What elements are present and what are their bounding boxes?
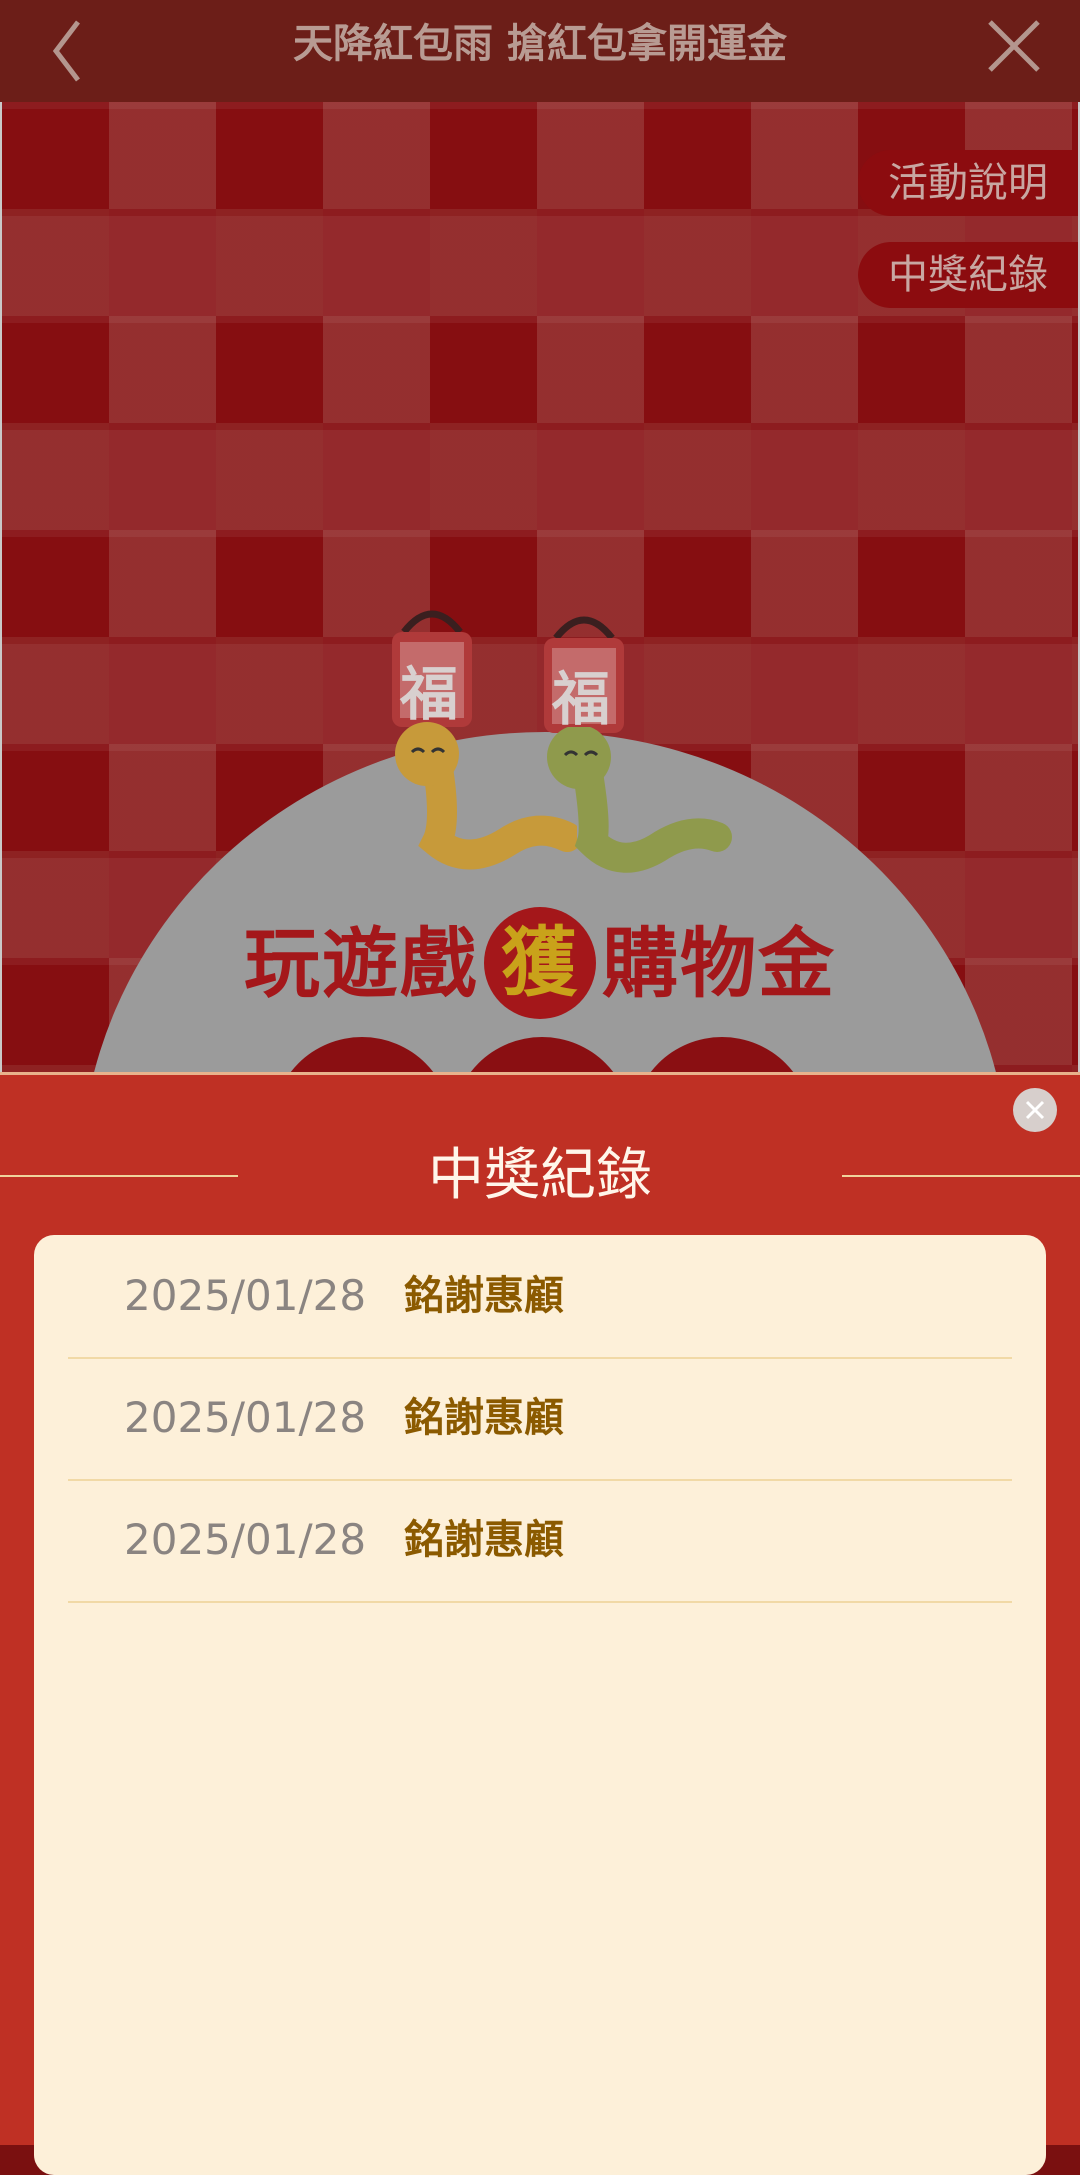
record-prize: 銘謝惠顧 bbox=[404, 1395, 564, 1441]
rules-button[interactable]: 活動說明 bbox=[858, 150, 1078, 216]
list-item: 2025/01/28 銘謝惠顧 bbox=[68, 1479, 1012, 1603]
close-icon[interactable] bbox=[980, 14, 1050, 84]
headline-badge: 獲 bbox=[484, 907, 596, 1019]
list-item: 2025/01/28 銘謝惠顧 bbox=[68, 1235, 1012, 1359]
list-item: 2025/01/28 銘謝惠顧 bbox=[68, 1357, 1012, 1481]
page-title: 天降紅包雨 搶紅包拿開運金 bbox=[293, 21, 787, 67]
record-prize: 銘謝惠顧 bbox=[404, 1517, 564, 1563]
promo-headline: 玩遊戲獲購物金 bbox=[2, 902, 1078, 1025]
headline-part-2: 購物金 bbox=[602, 919, 836, 1008]
record-prize: 銘謝惠顧 bbox=[404, 1273, 564, 1319]
record-date: 2025/01/28 bbox=[124, 1515, 367, 1564]
lucky-bag-left-label: 福 bbox=[400, 660, 459, 728]
win-records-sheet: 中獎紀錄 2025/01/28 銘謝惠顧 2025/01/28 銘謝惠顧 202… bbox=[0, 1072, 1080, 2175]
top-app-bar: 天降紅包雨 搶紅包拿開運金 bbox=[0, 0, 1080, 102]
game-background: 活動說明 中獎紀錄 福 福 玩遊戲獲購物金 bbox=[0, 102, 1080, 1072]
sheet-title: 中獎紀錄 bbox=[428, 1143, 652, 1208]
record-date: 2025/01/28 bbox=[124, 1393, 367, 1442]
records-list: 2025/01/28 銘謝惠顧 2025/01/28 銘謝惠顧 2025/01/… bbox=[34, 1235, 1046, 2175]
record-date: 2025/01/28 bbox=[124, 1271, 367, 1320]
close-circle-icon[interactable] bbox=[1013, 1088, 1057, 1132]
green-snake-icon bbox=[547, 727, 732, 873]
headline-part-1: 玩遊戲 bbox=[244, 919, 478, 1008]
win-records-button[interactable]: 中獎紀錄 bbox=[858, 242, 1078, 308]
